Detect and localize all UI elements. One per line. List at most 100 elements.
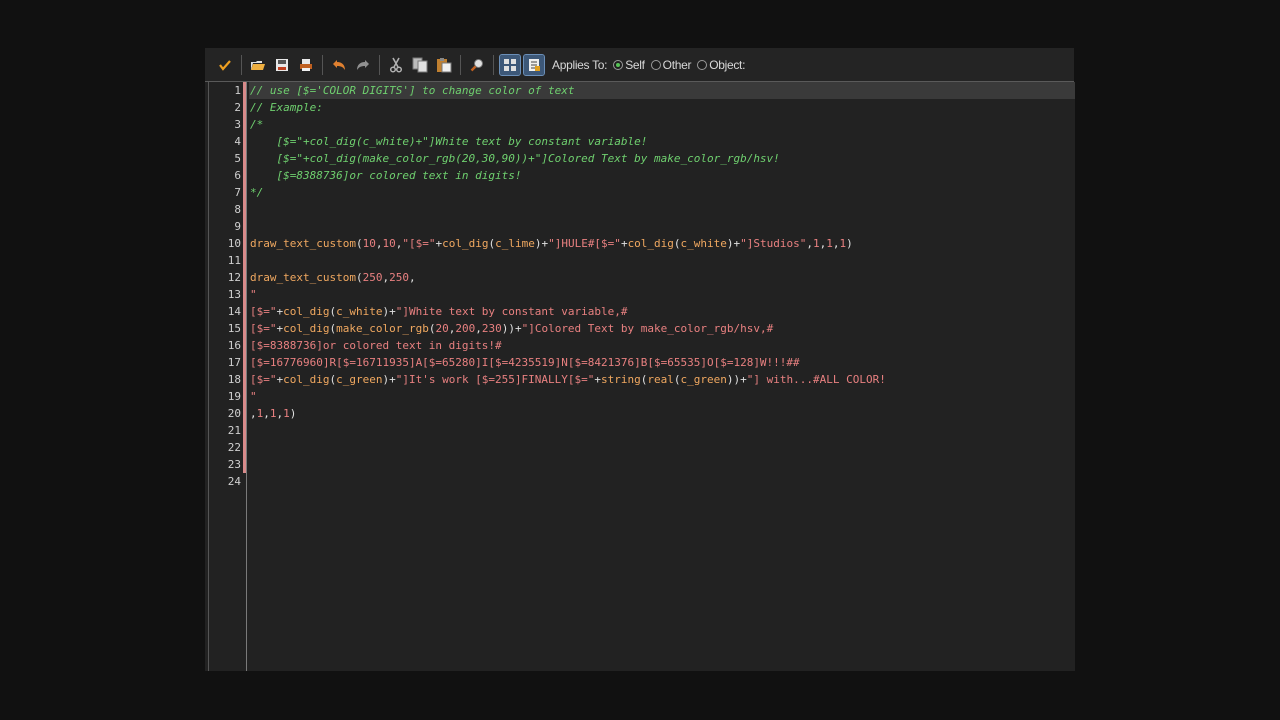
code-line[interactable] xyxy=(249,456,1075,473)
code-line[interactable] xyxy=(249,218,1075,235)
checkmark-icon xyxy=(219,59,231,71)
code-token: draw_text_custom xyxy=(250,237,356,250)
line-number: 13 xyxy=(227,288,241,301)
code-line[interactable]: draw_text_custom(250,250, xyxy=(249,269,1075,286)
redo-icon xyxy=(357,59,369,70)
code-line[interactable]: " xyxy=(249,286,1075,303)
radio-object[interactable]: Object: xyxy=(697,58,745,72)
code-token: ( xyxy=(355,237,363,250)
code-token: "]Studios" xyxy=(740,237,807,250)
code-line[interactable] xyxy=(249,201,1075,218)
line-number: 15 xyxy=(227,322,241,335)
line-number: 6 xyxy=(234,169,241,182)
radio-other[interactable]: Other xyxy=(650,58,691,72)
code-line[interactable]: [$=8388736]or colored text in digits! xyxy=(249,167,1075,184)
line-number: 20 xyxy=(227,407,241,420)
code-line[interactable]: [$="+col_dig(c_white)+"]White text by co… xyxy=(249,303,1075,320)
code-token: , xyxy=(263,407,270,420)
code-line[interactable] xyxy=(249,439,1075,456)
script-icon xyxy=(529,58,540,71)
paste-button[interactable] xyxy=(434,55,454,75)
copy-button[interactable] xyxy=(410,55,430,75)
print-button[interactable] xyxy=(296,55,316,75)
code-token: "[$=" xyxy=(402,237,436,250)
code-line[interactable]: [$="+col_dig(c_white)+"]White text by co… xyxy=(249,133,1075,150)
code-line[interactable]: [$="+col_dig(make_color_rgb(20,30,90))+"… xyxy=(249,150,1075,167)
code-line[interactable]: " xyxy=(249,388,1075,405)
undo-icon xyxy=(333,59,345,70)
modified-line-marker xyxy=(243,116,246,133)
modified-line-marker xyxy=(243,235,246,252)
line-number: 1 xyxy=(234,84,241,97)
ok-button[interactable] xyxy=(215,55,235,75)
line-number: 22 xyxy=(227,441,241,454)
save-button[interactable] xyxy=(272,55,292,75)
code-token: c_white xyxy=(680,237,727,250)
radio-object-circle[interactable] xyxy=(697,59,708,70)
code-token: " xyxy=(250,390,257,403)
radio-self[interactable]: Self xyxy=(613,58,645,72)
modified-line-marker xyxy=(243,167,246,184)
print-icon xyxy=(300,58,312,71)
code-editor[interactable]: 1 2 3 4 5 6 7 8 9 10 11 12 13 14 15 16 17 18 19 20 21 22 23 24 … xyxy=(208,82,1075,671)
applies-to-group: Applies To: Self Other Object: xyxy=(552,58,745,72)
code-token: col_dig xyxy=(442,237,489,250)
code-token: c_white xyxy=(336,305,383,318)
code-token: c_green xyxy=(336,373,383,386)
code-line[interactable] xyxy=(249,252,1075,269)
code-token: 20 xyxy=(435,322,449,335)
code-line[interactable]: [$="+col_dig(c_green)+"]It's work [$=255… xyxy=(249,371,1075,388)
code-line[interactable]: [$=16776960]R[$=16711935]A[$=65280]I[$=4… xyxy=(249,354,1075,371)
code-line[interactable]: /* xyxy=(249,116,1075,133)
code-token: 230 xyxy=(481,322,502,335)
code-token: col_dig xyxy=(283,373,330,386)
line-number-gutter: 1 2 3 4 5 6 7 8 9 10 11 12 13 14 15 16 17 18 19 20 21 22 23 24 xyxy=(209,82,247,671)
code-token: // use [$='COLOR DIGITS'] to change colo… xyxy=(250,84,575,97)
code-token: 10 xyxy=(362,237,376,250)
code-line[interactable]: draw_text_custom(10,10,"[$="+col_dig(c_l… xyxy=(249,235,1075,252)
code-token: ))+ xyxy=(726,373,747,386)
line-number: 5 xyxy=(234,152,241,165)
cut-button[interactable] xyxy=(386,55,406,75)
toolbar: Applies To: Self Other Object: xyxy=(205,48,1074,82)
code-token: [$=8388736]or colored text in digits! xyxy=(250,169,522,182)
code-token: , xyxy=(832,237,840,250)
modified-line-marker xyxy=(243,82,246,99)
code-line[interactable]: // Example: xyxy=(249,99,1075,116)
modified-line-marker xyxy=(243,252,246,269)
code-line[interactable]: */ xyxy=(249,184,1075,201)
line-number: 10 xyxy=(227,237,241,250)
code-token: , xyxy=(475,322,482,335)
radio-other-circle[interactable] xyxy=(650,59,661,70)
code-token: 10 xyxy=(382,237,396,250)
undo-button[interactable] xyxy=(329,55,349,75)
redo-button[interactable] xyxy=(353,55,373,75)
code-view-button[interactable] xyxy=(499,53,521,76)
modified-line-marker xyxy=(243,133,246,150)
load-button[interactable] xyxy=(248,55,268,75)
code-token: "]HULE#[$=" xyxy=(548,237,621,250)
code-token: + xyxy=(620,237,628,250)
code-line[interactable]: // use [$='COLOR DIGITS'] to change colo… xyxy=(249,82,1075,99)
code-token: draw_text_custom xyxy=(250,271,356,284)
line-number: 2 xyxy=(234,101,241,114)
radio-self-circle[interactable] xyxy=(613,59,624,70)
line-number: 12 xyxy=(227,271,241,284)
code-line[interactable]: [$=8388736]or colored text in digits!# xyxy=(249,337,1075,354)
code-line[interactable] xyxy=(249,422,1075,439)
code-token: [$=8388736]or colored text in digits!# xyxy=(250,339,502,352)
line-number: 21 xyxy=(227,424,241,437)
code-line[interactable]: ,1,1,1) xyxy=(249,405,1075,422)
folder-open-icon xyxy=(251,60,265,70)
script-button[interactable] xyxy=(523,53,545,76)
code-line[interactable] xyxy=(249,473,1075,490)
modified-line-marker xyxy=(243,422,246,439)
find-button[interactable] xyxy=(467,55,487,75)
code-token: [$=" xyxy=(250,373,277,386)
code-line[interactable]: [$="+col_dig(make_color_rgb(20,200,230))… xyxy=(249,320,1075,337)
code-token: /* xyxy=(250,118,264,131)
code-text-area[interactable]: // use [$='COLOR DIGITS'] to change colo… xyxy=(249,82,1075,671)
scissors-icon xyxy=(389,57,403,73)
code-token: [$="+col_dig(make_color_rgb(20,30,90))+"… xyxy=(250,152,780,165)
code-token: "]Colored Text by make_color_rgb/hsv,# xyxy=(521,322,774,335)
